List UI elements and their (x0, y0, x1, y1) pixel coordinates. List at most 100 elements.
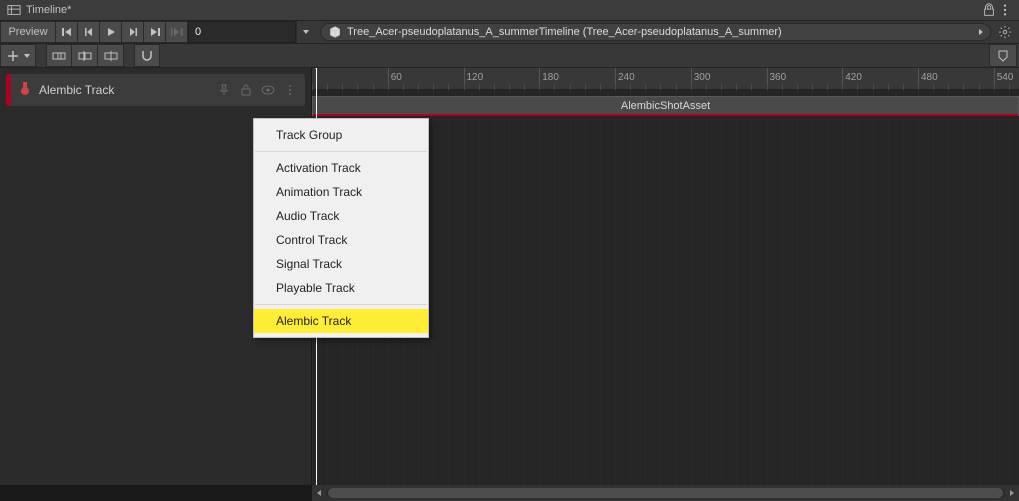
tab-bar: Timeline* (0, 0, 1019, 21)
gridline-minor (721, 90, 722, 485)
menu-item-animation-track[interactable]: Animation Track (254, 180, 428, 204)
gridline-minor (706, 90, 707, 485)
kebab-menu-icon[interactable] (997, 2, 1013, 18)
frame-dropdown[interactable] (296, 21, 314, 43)
menu-item-alembic-track[interactable]: Alembic Track (254, 309, 428, 333)
frame-value: 0 (195, 26, 201, 38)
edit-mode-mix-button[interactable] (46, 44, 72, 67)
menu-item-track-group[interactable]: Track Group (254, 123, 428, 147)
scrollbar-thumb[interactable] (328, 488, 1003, 498)
play-button[interactable] (100, 21, 122, 43)
timeline-asset-field[interactable]: Tree_Acer-pseudoplatanus_A_summerTimelin… (320, 23, 991, 41)
menu-item-playable-track[interactable]: Playable Track (254, 276, 428, 300)
clip-label: AlembicShotAsset (313, 100, 1018, 112)
gridline-minor (433, 90, 434, 485)
gridline-minor (479, 90, 480, 485)
gridline-minor (948, 90, 949, 485)
play-range-button[interactable] (166, 21, 188, 43)
track-row[interactable]: Alembic Track (6, 74, 305, 106)
gridline-minor (979, 90, 980, 485)
menu-separator (255, 151, 427, 152)
gridline-minor (691, 90, 692, 485)
menu-separator (255, 304, 427, 305)
menu-item-control-track[interactable]: Control Track (254, 228, 428, 252)
clip[interactable]: AlembicShotAsset (312, 96, 1019, 116)
gridline-minor (464, 90, 465, 485)
window-title[interactable]: Timeline* (6, 2, 71, 18)
gridline-minor (842, 90, 843, 485)
gridline-minor (888, 90, 889, 485)
gear-icon[interactable] (997, 24, 1013, 40)
gridline-minor (857, 90, 858, 485)
edit-mode-ripple-button[interactable] (72, 44, 98, 67)
edit-toolbar (0, 44, 1019, 68)
gridline-minor (827, 90, 828, 485)
gridline-minor (782, 90, 783, 485)
ruler-label: 60 (391, 72, 402, 83)
ruler-label: 360 (770, 72, 787, 83)
scrollbar-track[interactable] (326, 488, 1005, 498)
gridline-minor (494, 90, 495, 485)
gridline-minor (554, 90, 555, 485)
time-ruler[interactable]: 60 120 180 240 300 360 420 480 540 (312, 68, 1019, 90)
gridline-minor (660, 90, 661, 485)
next-frame-button[interactable] (122, 21, 144, 43)
chevron-right-icon (976, 27, 986, 37)
preview-button[interactable]: Preview (0, 21, 56, 43)
gridline-minor (994, 90, 995, 485)
gridline-minor (448, 90, 449, 485)
alembic-track-icon (17, 80, 33, 101)
gridline-minor (570, 90, 571, 485)
ruler-label: 540 (997, 72, 1014, 83)
ruler-label: 180 (542, 72, 559, 83)
ruler-label: 300 (694, 72, 711, 83)
ruler-label: 240 (618, 72, 635, 83)
gridline-minor (1009, 90, 1010, 485)
edit-mode-replace-button[interactable] (98, 44, 124, 67)
playback-toolbar: Preview 0 Tree_Acer-pseudoplatanus_A_sum… (0, 21, 1019, 44)
gridline-minor (873, 90, 874, 485)
lock-icon[interactable] (981, 2, 997, 18)
horizontal-scrollbar[interactable] (312, 485, 1019, 501)
menu-item-audio-track[interactable]: Audio Track (254, 204, 428, 228)
track-actions (217, 84, 297, 96)
track-name: Alembic Track (39, 83, 217, 97)
goto-end-button[interactable] (144, 21, 166, 43)
goto-start-button[interactable] (56, 21, 78, 43)
menu-item-signal-track[interactable]: Signal Track (254, 252, 428, 276)
cube-icon (329, 26, 341, 38)
gridline-minor (630, 90, 631, 485)
context-menu: Track Group Activation Track Animation T… (253, 118, 429, 338)
gridline-minor (645, 90, 646, 485)
gridline-minor (600, 90, 601, 485)
gridline-minor (963, 90, 964, 485)
track-lock-icon[interactable] (239, 84, 253, 96)
main-area: Alembic Track 60 120 180 240 300 360 420 480 540… (0, 68, 1019, 485)
gridline-minor (751, 90, 752, 485)
snap-toggle[interactable] (134, 44, 160, 67)
gridline-minor (918, 90, 919, 485)
visibility-icon[interactable] (261, 84, 275, 96)
pin-icon[interactable] (217, 84, 231, 96)
add-marker-button[interactable] (989, 44, 1017, 67)
gridline-minor (615, 90, 616, 485)
gridline-minor (524, 90, 525, 485)
ruler-label: 120 (467, 72, 484, 83)
gridline-minor (676, 90, 677, 485)
add-button[interactable] (0, 44, 36, 67)
clip-accent (313, 114, 1018, 116)
ruler-label: 480 (921, 72, 938, 83)
gridline-minor (767, 90, 768, 485)
frame-input[interactable]: 0 (188, 21, 296, 43)
menu-item-activation-track[interactable]: Activation Track (254, 156, 428, 180)
ruler-label: 420 (845, 72, 862, 83)
gridline-minor (797, 90, 798, 485)
scroll-left-icon[interactable] (312, 486, 326, 500)
scroll-right-icon[interactable] (1005, 486, 1019, 500)
gridline-minor (585, 90, 586, 485)
track-menu-icon[interactable] (283, 84, 297, 96)
asset-name: Tree_Acer-pseudoplatanus_A_summerTimelin… (347, 26, 782, 38)
gridline-minor (509, 90, 510, 485)
gridline-minor (539, 90, 540, 485)
prev-frame-button[interactable] (78, 21, 100, 43)
